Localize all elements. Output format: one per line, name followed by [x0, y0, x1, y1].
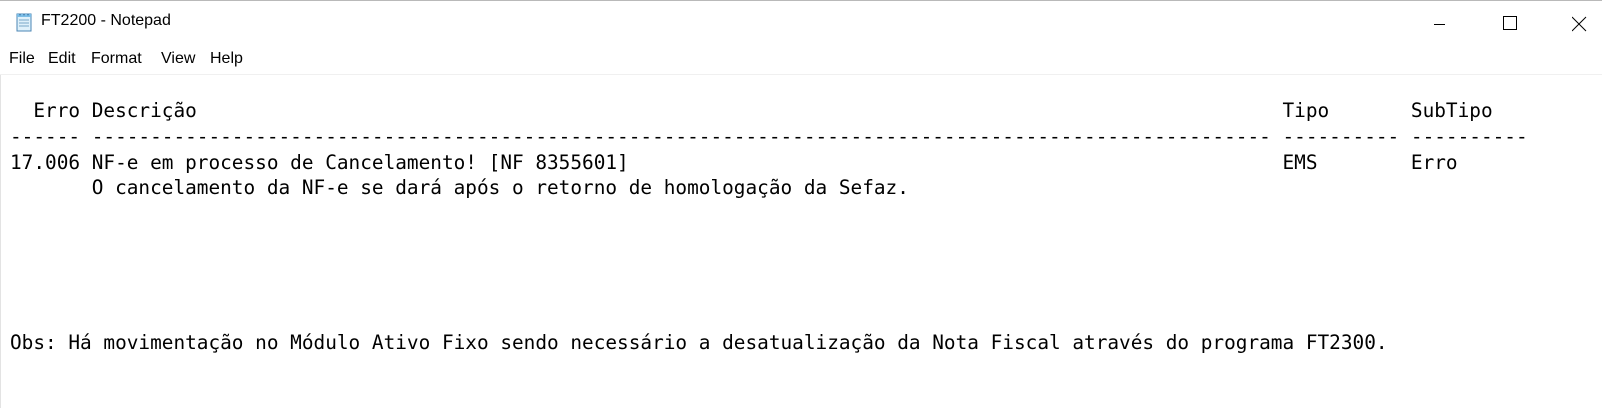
- notepad-icon[interactable]: [14, 12, 34, 32]
- menu-file[interactable]: File: [8, 50, 36, 68]
- close-icon: [1572, 16, 1587, 32]
- minimize-button[interactable]: [1434, 2, 1480, 45]
- notepad-window: FT2200 - Notepad File Edit Format View H…: [0, 0, 1602, 408]
- error-line: 17.006 NF-e em processo de Cancelamento!…: [10, 150, 1458, 174]
- error-detail-line: O cancelamento da NF-e se dará após o re…: [10, 176, 909, 200]
- separator-line: ------ ---------------------------------…: [10, 124, 1528, 148]
- maximize-icon: [1503, 16, 1517, 30]
- menu-help[interactable]: Help: [209, 50, 244, 68]
- window-title: FT2200 - Notepad: [41, 12, 171, 29]
- menu-edit[interactable]: Edit: [47, 50, 77, 68]
- minimize-icon: [1434, 24, 1445, 25]
- document-text: Erro Descrição Tipo SubTipo ------ ------…: [10, 98, 1528, 356]
- menu-bar: File Edit Format View Help: [0, 46, 1602, 74]
- menu-view[interactable]: View: [160, 50, 196, 68]
- text-editor-area[interactable]: Erro Descrição Tipo SubTipo ------ ------…: [0, 75, 1602, 408]
- observation-line: Obs: Há movimentação no Módulo Ativo Fix…: [10, 331, 1388, 355]
- close-button[interactable]: [1572, 2, 1602, 45]
- title-bar[interactable]: FT2200 - Notepad: [0, 1, 1602, 44]
- maximize-button[interactable]: [1503, 2, 1549, 45]
- header-line: Erro Descrição Tipo SubTipo: [10, 99, 1493, 122]
- menu-format[interactable]: Format: [90, 50, 143, 68]
